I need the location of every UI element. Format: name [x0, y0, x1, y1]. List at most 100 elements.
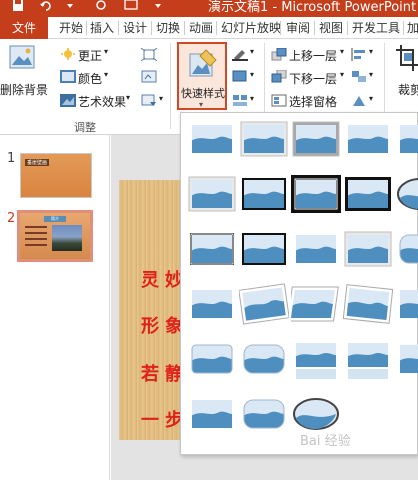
quick-style-option[interactable] [291, 117, 341, 163]
artistic-effects-button[interactable]: 艺术效果 [78, 93, 126, 110]
slideshow-start-icon[interactable] [124, 0, 138, 12]
color-dropdown-icon[interactable]: ▾ [104, 70, 108, 79]
corrections-button[interactable]: 更正 [78, 47, 102, 64]
corrections-dropdown-icon[interactable]: ▾ [104, 47, 108, 56]
tab-review[interactable]: 审阅 [286, 17, 310, 39]
quick-style-option[interactable] [343, 337, 393, 383]
picture-border-dropdown-icon[interactable]: ▾ [250, 47, 254, 56]
tab-file[interactable]: 文件 [0, 17, 48, 39]
picture-border-icon[interactable] [232, 48, 248, 61]
tab-animations[interactable]: 动画 [189, 17, 213, 39]
tab-design[interactable]: 设计 [123, 17, 147, 39]
quick-style-option[interactable] [187, 392, 237, 438]
picture-style-preview-icon [296, 343, 336, 379]
slide-thumbnail-title: 简介 [44, 216, 66, 222]
tab-slideshow[interactable]: 幻灯片放映 [221, 17, 281, 39]
color-button[interactable]: 颜色 [78, 70, 102, 87]
quick-style-option[interactable] [187, 117, 237, 163]
artistic-effects-dropdown-icon[interactable]: ▾ [126, 93, 130, 102]
rotate-dropdown-icon[interactable]: ▾ [369, 94, 373, 103]
send-backward-dropdown-icon[interactable]: ▾ [340, 70, 344, 79]
send-backward-icon[interactable] [271, 70, 287, 83]
quick-style-option[interactable] [395, 117, 418, 163]
quick-style-option[interactable] [187, 337, 237, 383]
quick-style-option[interactable] [395, 227, 418, 273]
ribbon-tabs: 文件 开始 插入 设计 切换 动画 幻灯片放映 审阅 视图 开发工具 加 [0, 17, 418, 39]
crop-icon[interactable] [396, 45, 418, 71]
slide-canvas[interactable]: 灵妙 形象 若静 一步 [119, 180, 189, 440]
quick-style-option[interactable] [291, 337, 341, 383]
remove-background-icon[interactable] [9, 45, 35, 71]
quick-style-option[interactable] [239, 117, 289, 163]
reset-picture-icon[interactable] [141, 94, 157, 107]
quick-style-option[interactable] [187, 282, 237, 328]
quick-style-option[interactable] [291, 227, 341, 273]
quick-styles-label: 快速样式 [181, 87, 225, 100]
slide-number: 1 [7, 151, 16, 166]
send-backward-button[interactable]: 下移一层 [289, 70, 337, 87]
artistic-effects-icon[interactable] [60, 94, 76, 107]
slide-thumbnail-2[interactable]: 简介 [17, 210, 93, 262]
quick-style-option[interactable] [343, 117, 393, 163]
quick-style-option[interactable] [343, 227, 393, 273]
quick-style-option[interactable] [343, 172, 393, 218]
corrections-icon[interactable] [60, 48, 76, 61]
picture-style-preview-icon [400, 125, 418, 153]
picture-layout-dropdown-icon[interactable]: ▾ [250, 94, 254, 103]
tab-view[interactable]: 视图 [319, 17, 343, 39]
quick-style-option[interactable] [343, 282, 393, 328]
color-icon[interactable] [60, 70, 76, 83]
customize-toolbar-icon[interactable] [154, 0, 162, 12]
picture-style-preview-icon [240, 121, 288, 157]
remove-background-label[interactable]: 删除背景 [0, 81, 48, 98]
quick-style-option[interactable] [239, 227, 289, 273]
picture-style-preview-icon [344, 231, 392, 267]
selection-pane-button[interactable]: 选择窗格 [289, 93, 337, 110]
title-bar: 演示文稿1 - Microsoft PowerPoint [0, 0, 418, 17]
quick-style-option[interactable] [291, 172, 341, 218]
align-dropdown-icon[interactable]: ▾ [369, 47, 373, 56]
quick-style-option[interactable] [291, 282, 341, 328]
quick-style-option[interactable] [187, 172, 237, 218]
tab-addins[interactable]: 加 [407, 17, 418, 39]
rotate-icon[interactable] [351, 94, 367, 107]
quick-style-option[interactable] [187, 227, 237, 273]
bring-forward-icon[interactable] [271, 48, 287, 61]
picture-effects-icon[interactable] [232, 70, 248, 83]
group-objects-dropdown-icon[interactable]: ▾ [369, 70, 373, 79]
quick-style-option[interactable] [239, 337, 289, 383]
picture-layout-icon[interactable] [232, 94, 248, 107]
window-title: 演示文稿1 - Microsoft PowerPoint [208, 0, 417, 15]
change-picture-icon[interactable] [141, 70, 157, 83]
picture-style-preview-icon [291, 286, 339, 322]
bring-forward-dropdown-icon[interactable]: ▾ [340, 47, 344, 56]
tab-developer[interactable]: 开发工具 [352, 17, 400, 39]
undo-icon[interactable] [40, 0, 52, 12]
quick-style-option[interactable] [239, 172, 289, 218]
tab-insert[interactable]: 插入 [90, 17, 114, 39]
save-icon[interactable] [12, 0, 24, 12]
quick-styles-button[interactable]: 快速样式 ▾ [177, 42, 227, 110]
picture-effects-dropdown-icon[interactable]: ▾ [250, 70, 254, 79]
selection-pane-icon[interactable] [271, 94, 287, 107]
slide-thumbnail-1[interactable]: 垂崖壁画 [20, 153, 92, 198]
compress-pictures-icon[interactable] [141, 48, 157, 61]
adjust-group-label: 调整 [74, 121, 96, 134]
reset-picture-dropdown-icon[interactable]: ▾ [159, 94, 163, 103]
bring-forward-button[interactable]: 上移一层 [289, 47, 337, 64]
quick-style-option[interactable] [395, 282, 418, 328]
dropdown-arrow-icon[interactable] [66, 0, 74, 12]
tab-transitions[interactable]: 切换 [156, 17, 180, 39]
quick-style-option[interactable] [395, 172, 418, 218]
align-icon[interactable] [351, 48, 367, 61]
quick-style-option[interactable] [395, 337, 418, 383]
quick-style-option[interactable] [239, 392, 289, 438]
tab-home[interactable]: 开始 [59, 17, 83, 39]
crop-button[interactable]: 裁剪 [398, 81, 418, 98]
picture-style-preview-icon [191, 344, 233, 374]
quick-style-option[interactable] [239, 282, 289, 328]
repeat-icon[interactable] [95, 0, 107, 12]
picture-style-preview-icon [243, 399, 285, 429]
picture-style-preview-icon [296, 235, 336, 263]
group-objects-icon[interactable] [351, 70, 367, 83]
